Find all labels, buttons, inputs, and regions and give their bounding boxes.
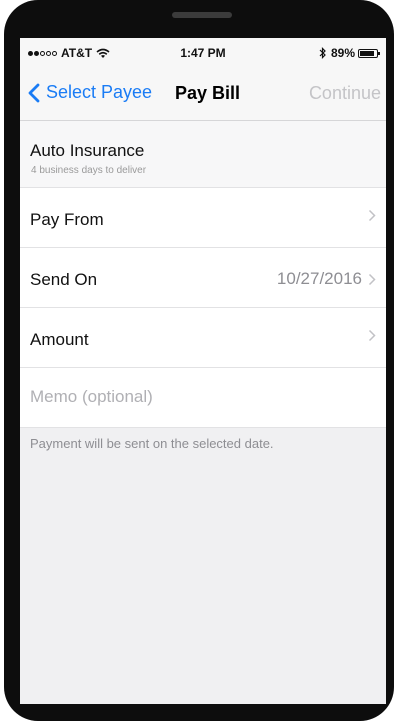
amount-row[interactable]: Amount xyxy=(20,308,386,368)
send-on-value-area: 10/27/2016 xyxy=(277,269,376,289)
battery-icon xyxy=(358,48,380,58)
memo-input[interactable] xyxy=(30,387,370,407)
status-right: 89% xyxy=(319,46,380,60)
chevron-right-icon xyxy=(368,329,376,342)
pay-from-label: Pay From xyxy=(30,210,104,229)
send-on-label: Send On xyxy=(30,270,98,289)
amount-label: Amount xyxy=(30,330,89,349)
payment-footer-note: Payment will be sent on the selected dat… xyxy=(30,436,274,451)
delivery-note: 4 business days to deliver xyxy=(31,165,147,176)
bluetooth-icon xyxy=(319,47,326,59)
send-on-date: 10/27/2016 xyxy=(276,269,362,288)
status-bar: AT&T 1:47 PM 89% xyxy=(20,38,386,68)
send-on-row[interactable]: Send On 10/27/2016 xyxy=(20,248,386,308)
memo-row xyxy=(20,368,386,428)
speaker-grille xyxy=(172,12,232,18)
amount-value-area xyxy=(362,329,376,342)
chevron-right-icon xyxy=(368,273,376,285)
page-title: Pay Bill xyxy=(175,83,241,103)
payment-form: Auto Insurance 4 business days to delive… xyxy=(20,121,386,428)
battery-percent: 89% xyxy=(330,46,355,60)
navigation-bar: Select Payee Pay Bill Continue xyxy=(20,68,386,121)
screen: AT&T 1:47 PM 89% Select Payee Pay Bill C… xyxy=(20,38,386,704)
continue-button[interactable]: Continue xyxy=(309,83,381,104)
payee-row: Auto Insurance 4 business days to delive… xyxy=(20,121,386,188)
chevron-right-icon xyxy=(368,209,376,222)
back-button-label: Select Payee xyxy=(46,82,153,102)
chevron-left-icon xyxy=(28,83,40,102)
pay-from-value-area xyxy=(362,209,376,222)
phone-frame: AT&T 1:47 PM 89% Select Payee Pay Bill C… xyxy=(4,0,394,721)
payee-name: Auto Insurance xyxy=(30,141,145,160)
back-button[interactable]: Select Payee xyxy=(28,82,152,103)
pay-from-row[interactable]: Pay From xyxy=(20,188,386,248)
